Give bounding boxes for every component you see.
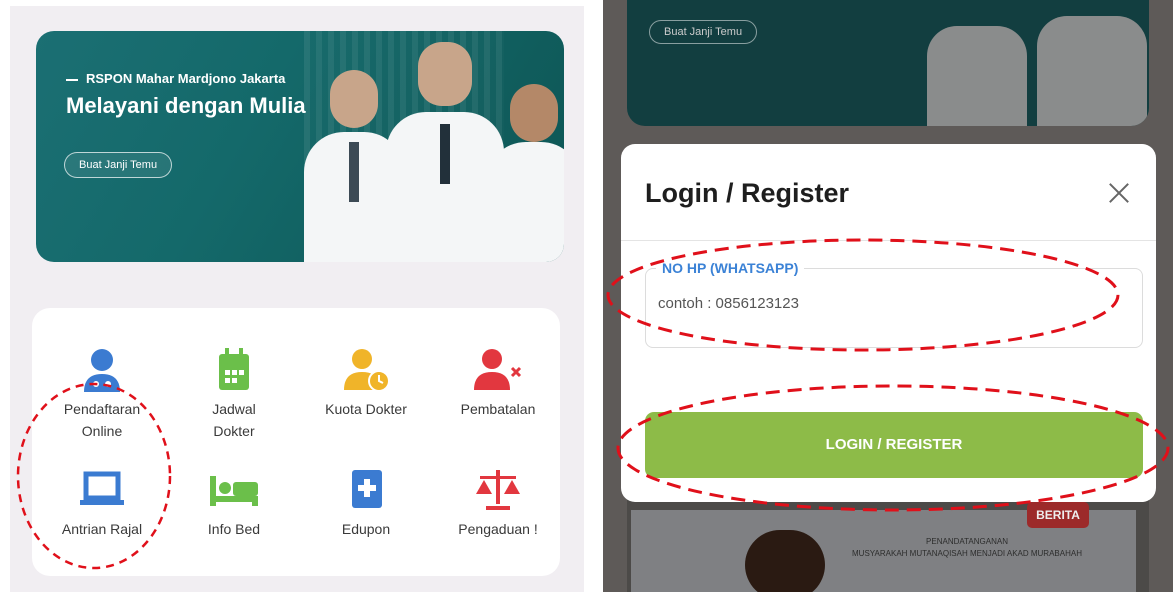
background-appointment-button: Buat Janji Temu [649, 20, 758, 44]
modal-title: Login / Register [645, 178, 850, 208]
doctor-person-icon [78, 348, 126, 392]
menu-card: Pendaftaran Online Jadwal Dokter Kuota D… [32, 308, 560, 576]
menu-label: Jadwal [212, 401, 256, 417]
menu-label: Pengaduan ! [458, 521, 538, 537]
medical-book-icon [342, 468, 390, 512]
login-modal: Login / Register NO HP (WHATSAPP) LOGIN … [621, 144, 1156, 502]
person-image [745, 530, 825, 592]
laptop-icon [78, 468, 126, 512]
menu-label: Online [81, 423, 123, 439]
login-screen: Buat Janji Temu BERITA PENANDATANGANAN M… [603, 0, 1173, 592]
menu-label: Edupon [341, 521, 391, 537]
doctor-image [927, 26, 1027, 126]
doctor-image [486, 84, 564, 262]
news-caption-line: PENANDATANGANAN [926, 537, 1008, 546]
hero-banner: RSPON Mahar Mardjono Jakarta Melayani de… [36, 31, 564, 262]
berita-badge[interactable]: BERITA [1027, 502, 1089, 528]
menu-item-kuota-dokter[interactable]: Kuota Dokter [306, 348, 426, 420]
phone-field[interactable]: NO HP (WHATSAPP) [645, 260, 1143, 348]
menu-item-pembatalan[interactable]: Pembatalan [438, 348, 558, 420]
menu-item-pendaftaran-online[interactable]: Pendaftaran Online [42, 348, 162, 442]
menu-item-jadwal-dokter[interactable]: Jadwal Dokter [174, 348, 294, 442]
person-cancel-icon [474, 348, 522, 392]
menu-item-antrian-rajal[interactable]: Antrian Rajal [42, 468, 162, 540]
menu-label: Pembatalan [460, 401, 536, 417]
hero-title: Melayani dengan Mulia [66, 93, 306, 118]
menu-label: Antrian Rajal [61, 521, 143, 537]
hero-subtitle: RSPON Mahar Mardjono Jakarta [66, 71, 285, 86]
menu-label: Pendaftaran [63, 401, 141, 417]
menu-label: Dokter [213, 423, 255, 439]
phone-input[interactable] [658, 295, 1098, 312]
news-section: BERITA PENANDATANGANAN MUSYARAKAH MUTANA… [627, 490, 1149, 592]
menu-label: Info Bed [207, 521, 261, 537]
menu-label: Kuota Dokter [325, 401, 407, 417]
bed-icon [210, 468, 258, 512]
phone-field-label: NO HP (WHATSAPP) [656, 260, 805, 276]
modal-divider [621, 240, 1156, 241]
home-screen: RSPON Mahar Mardjono Jakarta Melayani de… [10, 6, 584, 592]
news-caption: PENANDATANGANAN MUSYARAKAH MUTANAQISAH M… [827, 536, 1107, 560]
menu-item-info-bed[interactable]: Info Bed [174, 468, 294, 540]
menu-item-edupon[interactable]: Edupon [306, 468, 426, 540]
background-banner: Buat Janji Temu [627, 0, 1149, 126]
menu-item-pengaduan[interactable]: Pengaduan ! [438, 468, 558, 540]
make-appointment-button[interactable]: Buat Janji Temu [64, 152, 173, 178]
login-register-button[interactable]: LOGIN / REGISTER [645, 412, 1143, 478]
scales-icon [474, 468, 522, 512]
news-caption-line: MUSYARAKAH MUTANAQISAH MENJADI AKAD MURA… [852, 549, 1082, 558]
close-icon[interactable] [1106, 180, 1132, 206]
calendar-icon [210, 348, 258, 392]
doctor-image [1037, 16, 1147, 126]
person-clock-icon [342, 348, 390, 392]
